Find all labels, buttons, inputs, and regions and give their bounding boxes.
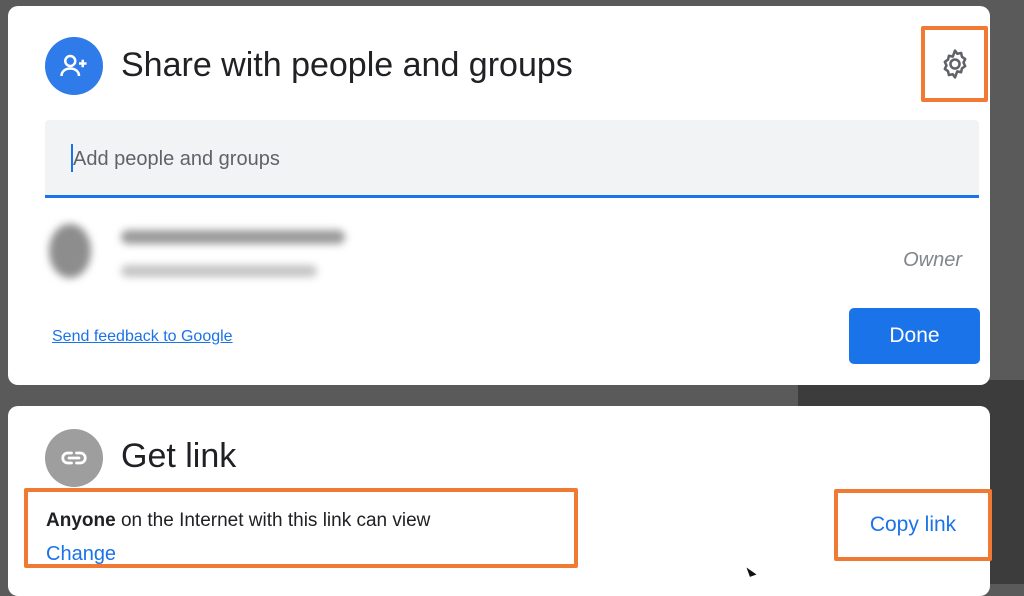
add-people-input[interactable]	[71, 142, 955, 176]
send-feedback-link[interactable]: Send feedback to Google	[52, 328, 233, 346]
access-detail: on the Internet with this link can view	[115, 510, 431, 531]
owner-label: Owner	[903, 249, 962, 271]
access-scope: Anyone	[46, 510, 116, 531]
person-email-blurred	[121, 265, 317, 277]
change-access-link[interactable]: Change	[46, 543, 116, 566]
copy-link-button[interactable]: Copy link	[870, 513, 956, 537]
get-link-title: Get link	[121, 437, 237, 475]
link-access-description: Anyone on the Internet with this link ca…	[46, 510, 430, 532]
copy-link-highlight: Copy link	[834, 489, 992, 561]
avatar	[49, 224, 91, 278]
share-dialog-title: Share with people and groups	[121, 46, 573, 84]
get-link-dialog: Get link Anyone on the Internet with thi…	[8, 406, 992, 596]
done-button[interactable]: Done	[849, 308, 980, 364]
link-icon	[45, 429, 103, 487]
gear-icon	[943, 49, 966, 79]
person-name-blurred	[121, 230, 345, 244]
person-add-icon	[45, 37, 103, 95]
link-access-section: Anyone on the Internet with this link ca…	[24, 488, 578, 568]
share-dialog: Share with people and groups Owner Send …	[8, 6, 990, 385]
add-people-field[interactable]	[45, 120, 979, 198]
owner-row: Owner	[45, 218, 979, 298]
settings-button[interactable]	[921, 26, 988, 102]
